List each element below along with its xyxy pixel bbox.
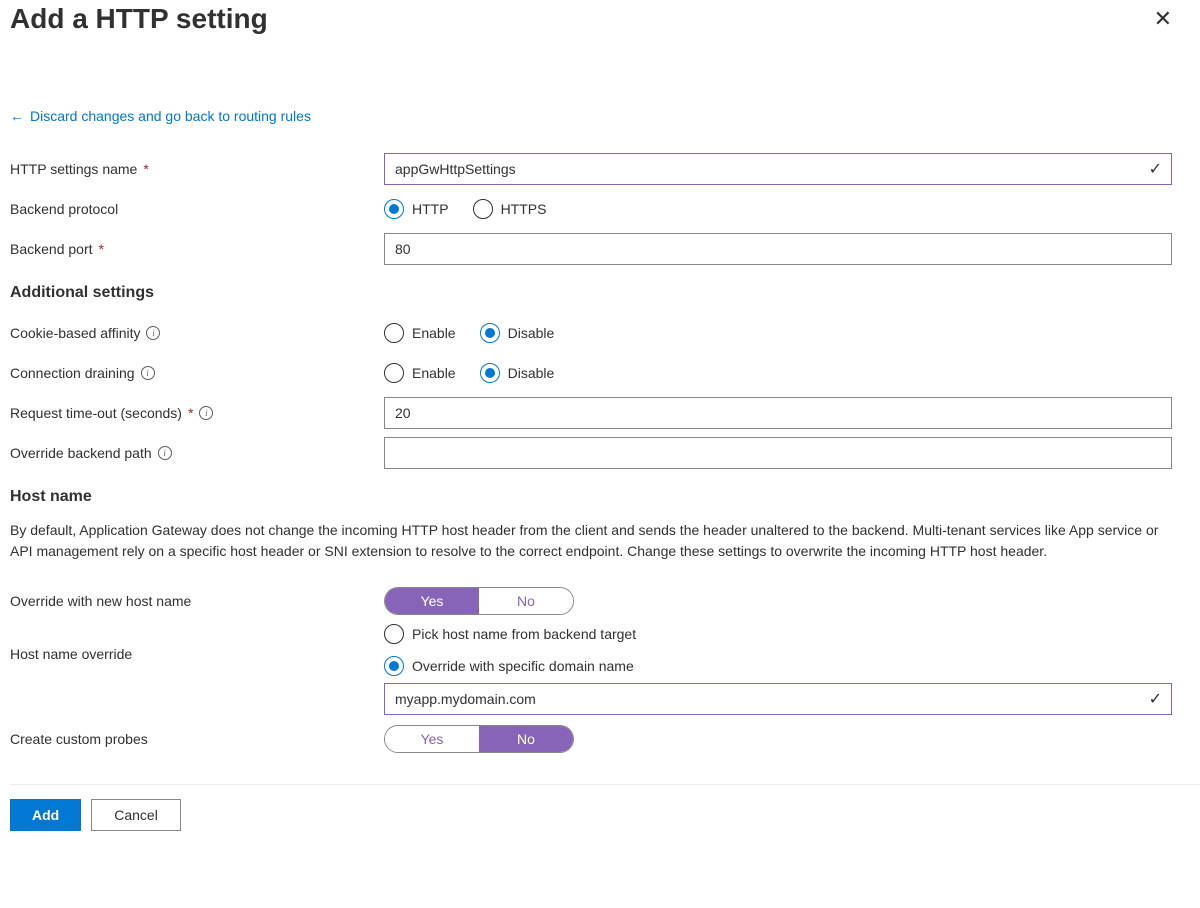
info-icon[interactable]: i	[158, 446, 172, 460]
radio-icon	[384, 323, 404, 343]
radio-icon	[473, 199, 493, 219]
timeout-label: Request time-out (seconds)	[10, 405, 182, 421]
custom-probes-label: Create custom probes	[10, 731, 148, 747]
required-asterisk: *	[188, 405, 193, 421]
backend-port-input[interactable]	[384, 233, 1172, 265]
info-icon[interactable]: i	[199, 406, 213, 420]
override-hostname-toggle[interactable]: Yes No	[384, 587, 574, 615]
required-asterisk: *	[99, 241, 104, 257]
back-arrow-icon: ←	[10, 108, 24, 124]
add-button[interactable]: Add	[10, 799, 81, 831]
override-path-input[interactable]	[384, 437, 1172, 469]
cookie-affinity-label: Cookie-based affinity	[10, 325, 140, 341]
backend-port-label: Backend port	[10, 241, 93, 257]
discard-link-text: Discard changes and go back to routing r…	[30, 108, 311, 124]
toggle-yes[interactable]: Yes	[385, 588, 479, 614]
protocol-http-radio[interactable]: HTTP	[384, 199, 449, 219]
override-path-label: Override backend path	[10, 445, 152, 461]
toggle-yes[interactable]: Yes	[385, 726, 479, 752]
hostname-description: By default, Application Gateway does not…	[10, 520, 1172, 562]
close-icon[interactable]: ✕	[1146, 2, 1180, 36]
draining-enable-radio[interactable]: Enable	[384, 363, 456, 383]
additional-settings-heading: Additional settings	[10, 284, 1200, 302]
settings-name-input[interactable]	[384, 153, 1172, 185]
connection-draining-label: Connection draining	[10, 365, 135, 381]
radio-icon	[384, 656, 404, 676]
custom-probes-toggle[interactable]: Yes No	[384, 725, 574, 753]
checkmark-icon: ✓	[1149, 689, 1162, 709]
override-new-hostname-label: Override with new host name	[10, 593, 191, 609]
backend-protocol-label: Backend protocol	[10, 201, 118, 217]
toggle-no[interactable]: No	[479, 588, 573, 614]
radio-icon	[384, 199, 404, 219]
domain-name-input[interactable]	[384, 683, 1172, 715]
hostname-heading: Host name	[10, 488, 1200, 506]
draining-disable-radio[interactable]: Disable	[480, 363, 555, 383]
info-icon[interactable]: i	[146, 326, 160, 340]
timeout-input[interactable]	[384, 397, 1172, 429]
checkmark-icon: ✓	[1149, 159, 1162, 179]
protocol-https-radio[interactable]: HTTPS	[473, 199, 547, 219]
radio-icon	[480, 363, 500, 383]
required-asterisk: *	[143, 161, 148, 177]
radio-icon	[384, 624, 404, 644]
hostname-override-label: Host name override	[10, 646, 132, 662]
radio-icon	[384, 363, 404, 383]
specific-domain-radio[interactable]: Override with specific domain name	[384, 656, 1172, 676]
radio-icon	[480, 323, 500, 343]
settings-name-label: HTTP settings name	[10, 161, 137, 177]
cookie-disable-radio[interactable]: Disable	[480, 323, 555, 343]
info-icon[interactable]: i	[141, 366, 155, 380]
toggle-no[interactable]: No	[479, 726, 573, 752]
panel-title: Add a HTTP setting	[10, 3, 268, 35]
pick-backend-radio[interactable]: Pick host name from backend target	[384, 624, 1172, 644]
cookie-enable-radio[interactable]: Enable	[384, 323, 456, 343]
cancel-button[interactable]: Cancel	[91, 799, 181, 831]
discard-link[interactable]: ← Discard changes and go back to routing…	[10, 108, 311, 124]
